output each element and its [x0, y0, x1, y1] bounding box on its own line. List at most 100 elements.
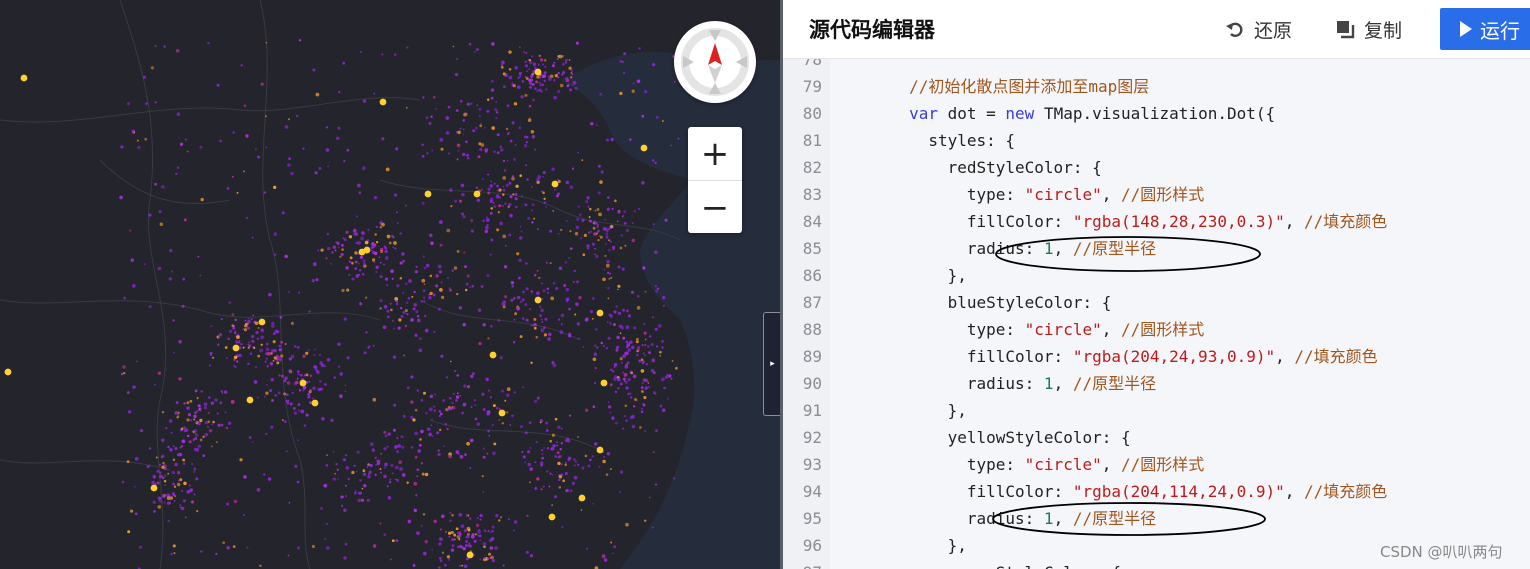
scatter-dot: [596, 124, 598, 126]
scatter-dot: [515, 184, 519, 189]
scatter-dot: [424, 472, 429, 477]
scatter-dot: [407, 296, 411, 300]
scatter-dot: [378, 256, 381, 259]
scatter-dot: [256, 337, 259, 340]
scatter-dot: [343, 159, 346, 163]
scatter-dot: [381, 137, 385, 141]
scatter-dot: [287, 554, 290, 557]
scatter-dot: [536, 396, 540, 400]
scatter-dot: [404, 309, 408, 313]
scatter-dot: [428, 296, 432, 300]
scatter-dot: [552, 444, 556, 448]
scatter-dot: [556, 194, 559, 198]
scatter-dot: [416, 314, 420, 318]
scatter-dot: [607, 286, 610, 290]
scatter-dot: [485, 218, 490, 222]
scatter-dot: [565, 489, 568, 492]
scatter-dot: [381, 222, 385, 227]
scatter-dot: [305, 351, 309, 355]
scatter-dot: [487, 530, 490, 533]
map-panel[interactable]: + − ▸: [0, 0, 781, 569]
scatter-dot: [591, 455, 594, 458]
scatter-dot: [502, 176, 507, 180]
scatter-dot: [341, 248, 344, 251]
scatter-dot: [470, 219, 474, 223]
scatter-dot: [546, 291, 550, 294]
scatter-dot: [555, 286, 559, 291]
scatter-dot: [358, 191, 362, 195]
scatter-dot: [525, 64, 528, 68]
scatter-dot: [186, 418, 190, 422]
scatter-dot: [438, 414, 441, 418]
scatter-dot: [342, 237, 345, 240]
scatter-dot: [255, 330, 259, 335]
scatter-dot: [317, 249, 320, 252]
scatter-dot: [272, 340, 276, 344]
zoom-in-button[interactable]: +: [688, 127, 742, 180]
scatter-dot: [522, 455, 526, 459]
scatter-dot: [406, 301, 409, 304]
scatter-dot: [362, 99, 367, 103]
scatter-dot: [529, 481, 531, 484]
scatter-dot: [402, 310, 406, 315]
scatter-dot: [521, 298, 525, 301]
scatter-dot: [269, 389, 273, 393]
scatter-dot: [527, 118, 532, 122]
scatter-dot: [428, 122, 432, 125]
scatter-dot: [139, 545, 143, 549]
scatter-dot: [580, 237, 582, 239]
scatter-dot: [514, 193, 518, 196]
scatter-dot: [438, 566, 441, 569]
scatter-dot: [425, 116, 429, 119]
scatter-dot: [470, 229, 474, 233]
scatter-dot: [157, 371, 161, 375]
scatter-dot: [309, 401, 312, 404]
scatter-dot: [477, 529, 481, 534]
scatter-dot: [513, 158, 516, 161]
scatter-dot: [581, 218, 585, 222]
scatter-dot: [633, 210, 636, 213]
scatter-dot: [554, 455, 558, 459]
panel-collapse-toggle[interactable]: ▸: [763, 312, 781, 416]
scatter-dot: [597, 229, 601, 233]
scatter-dot: [238, 353, 242, 358]
zoom-out-button[interactable]: −: [688, 180, 742, 234]
scatter-dot: [207, 411, 210, 415]
scatter-dot: [453, 533, 457, 537]
scatter-dot: [473, 399, 477, 402]
scatter-dot: [487, 429, 490, 433]
scatter-dot: [167, 445, 170, 449]
scatter-dot: [613, 310, 617, 314]
scatter-dot: [565, 180, 570, 185]
scatter-dot: [363, 351, 367, 355]
scatter-dot: [445, 131, 450, 135]
scatter-dot: [578, 296, 582, 300]
scatter-dot: [644, 343, 647, 347]
scatter-dot: [332, 477, 337, 481]
scatter-dot: [252, 314, 255, 317]
scatter-dot: [543, 197, 546, 200]
scatter-dot: [636, 353, 639, 357]
scatter-dot: [380, 250, 384, 253]
chevron-right-icon: ▸: [770, 359, 775, 369]
scatter-dot: [587, 206, 590, 208]
scatter-dot: [399, 232, 402, 235]
scatter-dot: [296, 370, 300, 374]
scatter-dot: [559, 330, 564, 334]
scatter-dot: [582, 346, 585, 348]
compass-control[interactable]: [674, 21, 756, 103]
scatter-dot: [590, 122, 594, 126]
scatter-dot: [263, 191, 266, 194]
dot-map-visualization[interactable]: [0, 0, 781, 569]
scatter-dot: [489, 396, 492, 399]
scatter-dot: [486, 223, 489, 227]
scatter-dot: [450, 548, 455, 552]
scatter-dot: [605, 235, 609, 239]
scatter-dot: [462, 152, 466, 157]
scatter-dot: [576, 280, 580, 284]
scatter-dot: [641, 114, 645, 118]
scatter-dot: [613, 377, 617, 382]
scatter-dot: [533, 326, 537, 330]
scatter-dot: [443, 445, 445, 448]
scatter-dot: [527, 216, 531, 220]
